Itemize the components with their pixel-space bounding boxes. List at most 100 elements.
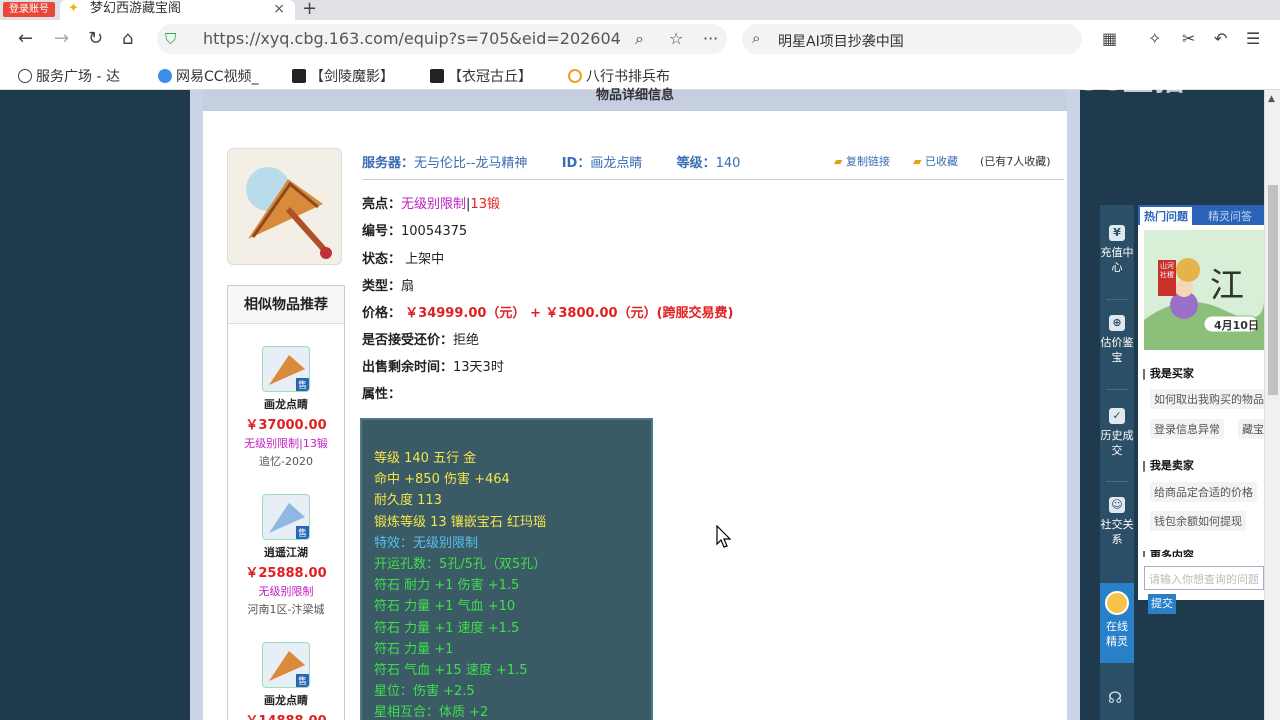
sale-badge: 售 (295, 526, 309, 539)
search-text: 明星AI项目抄袭中国 (778, 34, 904, 50)
help-search-input[interactable]: 请输入你想查询的问题 (1144, 566, 1264, 590)
extension-icon[interactable]: ✧ (1148, 29, 1161, 48)
more-icon[interactable]: ··· (703, 29, 718, 48)
banner-title: 江 (1210, 266, 1244, 306)
bookmark-site-icon (292, 69, 306, 83)
similar-item-tag: 无级别限制|13锻 (244, 437, 328, 450)
browser-tab[interactable]: ✦ 梦幻西游藏宝阁 × (60, 0, 295, 20)
menu-icon[interactable]: ☰ (1246, 29, 1260, 48)
new-tab-button[interactable]: + (302, 0, 317, 19)
tab-sprite-qa[interactable]: 精灵问答 (1204, 207, 1256, 225)
login-badge[interactable]: 登录账号 (3, 2, 55, 17)
faq-item[interactable]: 给商品定合适的价格 (1150, 482, 1257, 502)
apps-icon[interactable]: ▦ (1102, 29, 1117, 48)
attr-line: 锻炼等级 13 镶嵌宝石 红玛瑙 (374, 514, 546, 530)
counter-offer-value: 拒绝 (453, 333, 480, 348)
more-section-title[interactable]: | 更多内容 (1142, 547, 1194, 557)
social-button[interactable]: ☺ 社交关系 (1100, 497, 1134, 547)
attr-line: 符石 力量 +1 (374, 641, 454, 657)
sale-badge: 售 (295, 674, 309, 687)
page-gutter (1080, 90, 1098, 720)
number-row: 编号：10054375 (362, 224, 468, 239)
tab-bar: 登录账号 ✦ 梦幻西游藏宝阁 × + (0, 0, 1280, 20)
bookmark-item[interactable]: 服务广场 - 达 (18, 66, 120, 86)
history-button[interactable]: ✓ 历史成交 (1100, 408, 1134, 458)
forward-icon[interactable]: → (54, 28, 69, 49)
type-value: 扇 (401, 279, 415, 294)
banner-date: 4月10日 (1214, 319, 1259, 332)
counter-offer-row: 是否接受还价：拒绝 (362, 333, 480, 348)
browser-toolbar: ← → ↻ ⌂ ⛉ https://xyq.cbg.163.com/equip?… (0, 20, 1280, 60)
left-background (0, 90, 190, 720)
attr-line: 耐久度 113 (374, 493, 442, 509)
highlight-row: 亮点：无级别限制|13锻 (362, 197, 500, 212)
fan-icon: 售 (262, 642, 310, 688)
attr-line: 开运孔数：5孔/5孔（双5孔） (374, 557, 547, 573)
panel-title: 物品详细信息 (203, 89, 1067, 111)
copy-link-button[interactable]: ▰ 复制链接 (834, 153, 890, 169)
bookmark-item[interactable]: 【衣冠古丘】 (430, 66, 532, 86)
appraise-button[interactable]: ⊕ 估价鉴宝 (1100, 315, 1134, 365)
similar-item-name: 画龙点睛 (264, 398, 308, 411)
zoom-icon[interactable]: ⌕ (635, 29, 644, 49)
folder-icon: ▰ (913, 155, 922, 168)
home-icon[interactable]: ⌂ (122, 28, 133, 49)
folder-icon: ▰ (834, 155, 843, 168)
level-label: 等级： (676, 156, 716, 171)
wallet-icon: ¥ (1109, 225, 1125, 241)
online-sprite-button[interactable]: 在线精灵 (1100, 583, 1134, 663)
star-icon[interactable]: ☆ (669, 29, 683, 48)
main-area: 物品详细信息 相似物品推荐 售 画龙点睛 ￥37000.00 无级别限制|13锻 (190, 89, 1080, 720)
attribute-box: 等级 140 五行 金 命中 +850 伤害 +464 耐久度 113 锻炼等级… (360, 418, 653, 720)
scroll-up-icon[interactable]: ▲ (1268, 94, 1275, 104)
close-tab-icon[interactable]: × (273, 0, 285, 18)
undo-icon[interactable]: ↶ (1214, 29, 1227, 48)
similar-item-price: ￥25888.00 (245, 566, 327, 581)
favorite-button[interactable]: ▰ 已收藏 (913, 153, 958, 169)
bookmark-item[interactable]: 八行书排兵布 (568, 66, 670, 86)
similar-item-server: 河南1区-汴梁城 (247, 603, 325, 616)
attr-line: 等级 140 五行 金 (374, 451, 477, 466)
event-banner[interactable]: 山河社稷 江 4月10日 (1144, 230, 1264, 350)
attr-line: 符石 耐力 +1 伤害 +1.5 (374, 578, 520, 594)
status-row: 状态： 上架中 (362, 252, 445, 267)
id-value: 画龙点睛 (590, 156, 643, 171)
social-icon: ☺ (1109, 497, 1125, 513)
search-box[interactable]: ⌕ 明星AI项目抄袭中国 (742, 24, 1082, 54)
level-value: 140 (715, 156, 741, 171)
bookmark-item[interactable]: 【剑陵魔影】 (292, 66, 394, 86)
help-panel: 热门问题 精灵问答 山河社稷 江 4月10日 | 我是买家 如何取出我购买的物品… (1138, 205, 1268, 600)
item-summary: 服务器：无与伦比--龙马精神 ID：画龙点睛 等级：140 ▰ 复制链接 ▰ 已… (362, 152, 1062, 172)
tab-hot-questions[interactable]: 热门问题 (1140, 207, 1192, 225)
submit-button[interactable]: 提交 (1148, 594, 1176, 614)
recharge-button[interactable]: ¥ 充值中心 (1100, 225, 1134, 275)
remaining-time-row: 出售剩余时间：13天3时 (362, 360, 504, 375)
faq-item[interactable]: 钱包余额如何提现 (1150, 511, 1246, 531)
scrollbar[interactable]: ▲ (1264, 90, 1280, 720)
scrollbar-thumb[interactable] (1268, 185, 1278, 395)
status-value: 上架中 (405, 252, 445, 267)
highlight-b: 13锻 (470, 197, 500, 212)
similar-item[interactable]: 售 画龙点睛 ￥14888.00 (228, 642, 344, 720)
price-value: ￥34999.00（元） + ￥3800.00（元）(跨服交易费) (405, 306, 734, 321)
address-bar[interactable]: ⛉ https://xyq.cbg.163.com/equip?s=705&ei… (157, 24, 727, 54)
bookmark-item[interactable]: 网易CC视频_ (158, 66, 259, 86)
bookmark-site-icon (568, 69, 582, 83)
headset-icon[interactable]: ☊ (1108, 688, 1122, 707)
shield-icon: ⛉ (165, 30, 177, 48)
scissors-icon[interactable]: ✂ (1182, 29, 1195, 48)
faq-item[interactable]: 如何取出我购买的物品 (1150, 389, 1268, 409)
back-icon[interactable]: ← (18, 28, 33, 49)
tab-title: 梦幻西游藏宝阁 (90, 1, 182, 16)
reload-icon[interactable]: ↻ (88, 28, 103, 49)
faq-item[interactable]: 登录信息异常 (1150, 419, 1224, 439)
fan-icon: 售 (262, 494, 310, 540)
server-value: 无与伦比--龙马精神 (414, 156, 528, 171)
similar-item[interactable]: 售 画龙点睛 ￥37000.00 无级别限制|13锻 追忆-2020 (228, 346, 344, 469)
similar-item[interactable]: 售 逍遥江湖 ￥25888.00 无级别限制 河南1区-汴梁城 (228, 494, 344, 617)
number-value: 10054375 (401, 224, 468, 239)
similar-item-server: 追忆-2020 (259, 455, 313, 468)
buyer-section-title: | 我是买家 (1142, 367, 1194, 380)
history-icon: ✓ (1109, 408, 1125, 424)
mouse-cursor-icon (716, 525, 732, 548)
